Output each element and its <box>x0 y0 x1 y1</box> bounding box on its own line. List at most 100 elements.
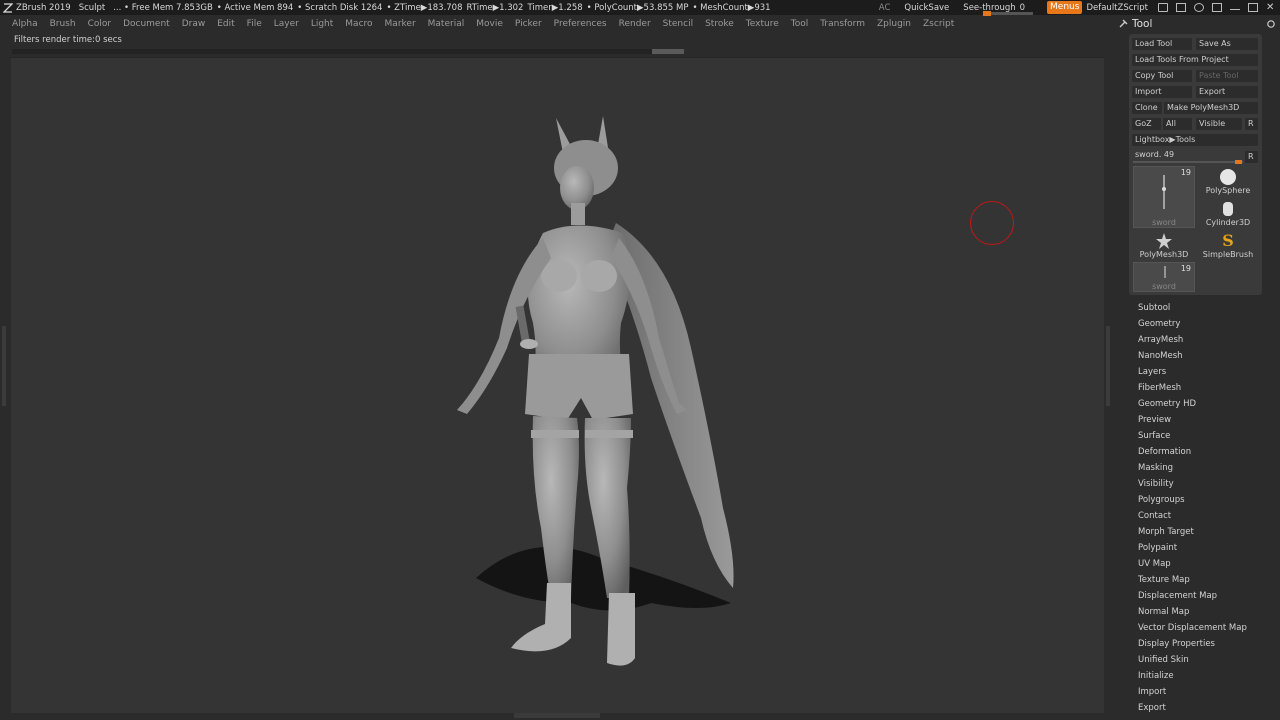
restore-icon[interactable] <box>1248 3 1258 12</box>
subpalette-normal-map[interactable]: Normal Map <box>1138 606 1278 622</box>
left-tray-grip[interactable] <box>2 326 6 406</box>
subpalette-deformation[interactable]: Deformation <box>1138 446 1278 462</box>
subpalette-display-properties[interactable]: Display Properties <box>1138 638 1278 654</box>
subpalette-initialize[interactable]: Initialize <box>1138 670 1278 686</box>
rtime: RTime▶1.302 <box>466 2 524 13</box>
subpalette-texture-map[interactable]: Texture Map <box>1138 574 1278 590</box>
goz-all-button[interactable]: All <box>1163 118 1192 130</box>
subpalette-geometry-hd[interactable]: Geometry HD <box>1138 398 1278 414</box>
minimize-icon[interactable] <box>1230 5 1240 10</box>
paste-tool-button[interactable]: Paste Tool <box>1196 70 1258 82</box>
subpalette-polygroups[interactable]: Polygroups <box>1138 494 1278 510</box>
subpalette-nanomesh[interactable]: NanoMesh <box>1138 350 1278 366</box>
menu-color[interactable]: Color <box>88 19 112 29</box>
layout-icon[interactable] <box>1158 3 1168 12</box>
subpalette-polypaint[interactable]: Polypaint <box>1138 542 1278 558</box>
menu-render[interactable]: Render <box>619 19 651 29</box>
menu-marker[interactable]: Marker <box>385 19 416 29</box>
subpalette-unified-skin[interactable]: Unified Skin <box>1138 654 1278 670</box>
menu-document[interactable]: Document <box>123 19 170 29</box>
lightbox-tools-button[interactable]: Lightbox▶Tools <box>1132 134 1258 146</box>
default-zscript-button[interactable]: DefaultZScript <box>1086 3 1148 13</box>
tool-r-button[interactable]: R <box>1245 151 1258 163</box>
menu-tool[interactable]: Tool <box>791 19 808 29</box>
bottom-tray-grip[interactable] <box>514 713 600 718</box>
tool-palette-header[interactable]: Tool <box>1112 15 1280 33</box>
tool-tile-cylinder3d[interactable]: Cylinder3D <box>1197 200 1259 230</box>
subpalette-fibermesh[interactable]: FiberMesh <box>1138 382 1278 398</box>
menu-stroke[interactable]: Stroke <box>705 19 734 29</box>
menu-texture[interactable]: Texture <box>746 19 779 29</box>
load-tools-from-project-button[interactable]: Load Tools From Project <box>1132 54 1258 66</box>
menu-picker[interactable]: Picker <box>515 19 542 29</box>
menu-material[interactable]: Material <box>428 19 465 29</box>
tool-thumbnail-sword[interactable]: 19 sword <box>1133 166 1195 228</box>
tool-count: 19 <box>1180 168 1191 177</box>
refresh-icon[interactable] <box>1266 19 1276 29</box>
lock-icon[interactable] <box>1212 3 1222 12</box>
menu-file[interactable]: File <box>247 19 262 29</box>
save-as-button[interactable]: Save As <box>1196 38 1258 50</box>
menu-brush[interactable]: Brush <box>50 19 76 29</box>
goz-r-button[interactable]: R <box>1245 118 1258 130</box>
menu-movie[interactable]: Movie <box>476 19 503 29</box>
menu-edit[interactable]: Edit <box>217 19 234 29</box>
ac-button[interactable]: AC <box>879 3 891 13</box>
load-tool-button[interactable]: Load Tool <box>1132 38 1192 50</box>
subpalette-subtool[interactable]: Subtool <box>1138 302 1278 318</box>
current-tool-slider[interactable]: sword. 49 <box>1133 150 1258 164</box>
menu-layer[interactable]: Layer <box>274 19 299 29</box>
clone-button[interactable]: Clone <box>1132 102 1162 114</box>
menus-button[interactable]: Menus <box>1047 1 1083 14</box>
see-through-track[interactable] <box>983 10 1034 16</box>
menu-transform[interactable]: Transform <box>820 19 865 29</box>
subpalette-masking[interactable]: Masking <box>1138 462 1278 478</box>
canvas-viewport[interactable] <box>11 57 1104 713</box>
menu-stencil[interactable]: Stencil <box>663 19 693 29</box>
zbrush-logo-icon <box>3 2 13 13</box>
menu-preferences[interactable]: Preferences <box>554 19 607 29</box>
tool-tile-simplebrush[interactable]: S SimpleBrush <box>1197 232 1259 262</box>
close-icon[interactable]: ✕ <box>1266 3 1276 13</box>
subpalette-morph-target[interactable]: Morph Target <box>1138 526 1278 542</box>
current-tool-knob[interactable] <box>1235 160 1243 164</box>
see-through-knob[interactable] <box>983 10 992 16</box>
subpalette-geometry[interactable]: Geometry <box>1138 318 1278 334</box>
see-through-slider[interactable]: See-through 0 <box>963 1 1034 16</box>
menu-zscript[interactable]: Zscript <box>923 19 954 29</box>
right-tray-grip[interactable] <box>1106 326 1110 406</box>
menu-draw[interactable]: Draw <box>182 19 206 29</box>
menu-alpha[interactable]: Alpha <box>12 19 38 29</box>
import-button[interactable]: Import <box>1132 86 1192 98</box>
subpalette-export[interactable]: Export <box>1138 702 1278 718</box>
half-layout-icon[interactable] <box>1176 3 1186 12</box>
export-button[interactable]: Export <box>1196 86 1258 98</box>
subpalette-contact[interactable]: Contact <box>1138 510 1278 526</box>
subpalette-layers[interactable]: Layers <box>1138 366 1278 382</box>
app-title: ZBrush 2019 <box>16 2 71 13</box>
shelf-scrollbar[interactable] <box>12 49 684 54</box>
subpalette-arraymesh[interactable]: ArrayMesh <box>1138 334 1278 350</box>
palette-icon[interactable] <box>1194 3 1204 12</box>
current-tool-track[interactable] <box>1133 161 1243 163</box>
copy-tool-button[interactable]: Copy Tool <box>1132 70 1192 82</box>
tool-tile-polysphere[interactable]: PolySphere <box>1197 168 1259 198</box>
goz-button[interactable]: GoZ <box>1132 118 1161 130</box>
subpalette-import[interactable]: Import <box>1138 686 1278 702</box>
subpalette-surface[interactable]: Surface <box>1138 430 1278 446</box>
subpalette-visibility[interactable]: Visibility <box>1138 478 1278 494</box>
subpalette-displacement-map[interactable]: Displacement Map <box>1138 590 1278 606</box>
tool-tile-polymesh3d[interactable]: PolyMesh3D <box>1133 232 1195 262</box>
subpalette-preview[interactable]: Preview <box>1138 414 1278 430</box>
make-polymesh3d-button[interactable]: Make PolyMesh3D <box>1164 102 1258 114</box>
subpalette-uv-map[interactable]: UV Map <box>1138 558 1278 574</box>
menu-zplugin[interactable]: Zplugin <box>877 19 911 29</box>
menu-light[interactable]: Light <box>311 19 333 29</box>
quicksave-button[interactable]: QuickSave <box>904 3 949 13</box>
scrollbar-thumb[interactable] <box>652 49 684 54</box>
subpalette-vector-displacement-map[interactable]: Vector Displacement Map <box>1138 622 1278 638</box>
goz-visible-button[interactable]: Visible <box>1196 118 1242 130</box>
menu-macro[interactable]: Macro <box>345 19 372 29</box>
tool-thumbnail-sword-2[interactable]: 19 sword <box>1133 262 1195 292</box>
sculpt-model <box>457 116 734 666</box>
